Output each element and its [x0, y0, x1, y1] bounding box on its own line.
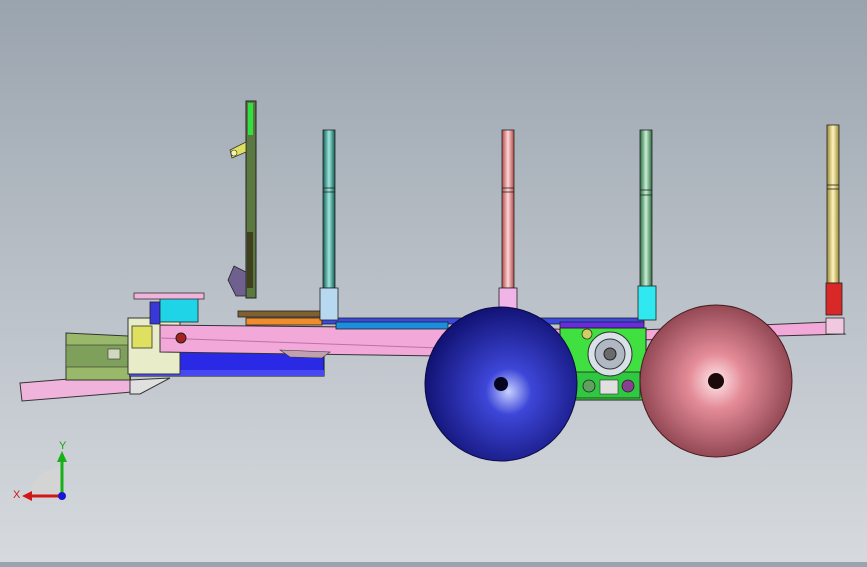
- bunk-beam-brown: [237, 310, 323, 318]
- bunk-beam-light-blue: [335, 321, 449, 330]
- rear-end-cap: [825, 317, 845, 335]
- frame-pivot-pin: [175, 332, 187, 344]
- stake-salmon: [498, 129, 518, 313]
- top-plate: [133, 292, 205, 300]
- headboard-lower-bracket: [227, 265, 247, 297]
- triad-plane: [30, 467, 60, 494]
- view-orientation-triad: Y X: [13, 440, 67, 501]
- y-axis-arrowhead: [57, 451, 67, 462]
- bogie-bolt-lower-left: [582, 379, 596, 393]
- trailer-model[interactable]: [0, 0, 867, 562]
- headboard-stripe-dark: [247, 232, 253, 288]
- stake-yellow: [825, 124, 843, 316]
- bracket-hole-upper: [230, 149, 238, 157]
- bogie-gear-center: [603, 347, 617, 361]
- bogie-bolt-lower-right: [621, 379, 635, 393]
- bogie-label-plate: [599, 379, 619, 395]
- cad-viewport[interactable]: Y X: [0, 0, 867, 562]
- x-axis-label: X: [13, 489, 21, 501]
- front-wheel: [424, 306, 578, 462]
- hitch-pin: [107, 348, 121, 360]
- bunk-beam-orange: [245, 317, 323, 326]
- headboard-stripe-green: [248, 103, 253, 135]
- stake-teal: [319, 129, 339, 321]
- z-axis-dot: [58, 492, 66, 500]
- blue-upright: [149, 301, 161, 325]
- cyan-block: [159, 297, 199, 323]
- y-axis-label: Y: [59, 440, 67, 452]
- yellow-plate: [131, 325, 153, 349]
- hitch-bracket: [129, 377, 171, 395]
- rear-wheel: [639, 304, 793, 458]
- bogie-bolt-upper: [581, 328, 593, 340]
- x-axis-arrowhead: [22, 491, 32, 501]
- stake-green: [637, 129, 657, 321]
